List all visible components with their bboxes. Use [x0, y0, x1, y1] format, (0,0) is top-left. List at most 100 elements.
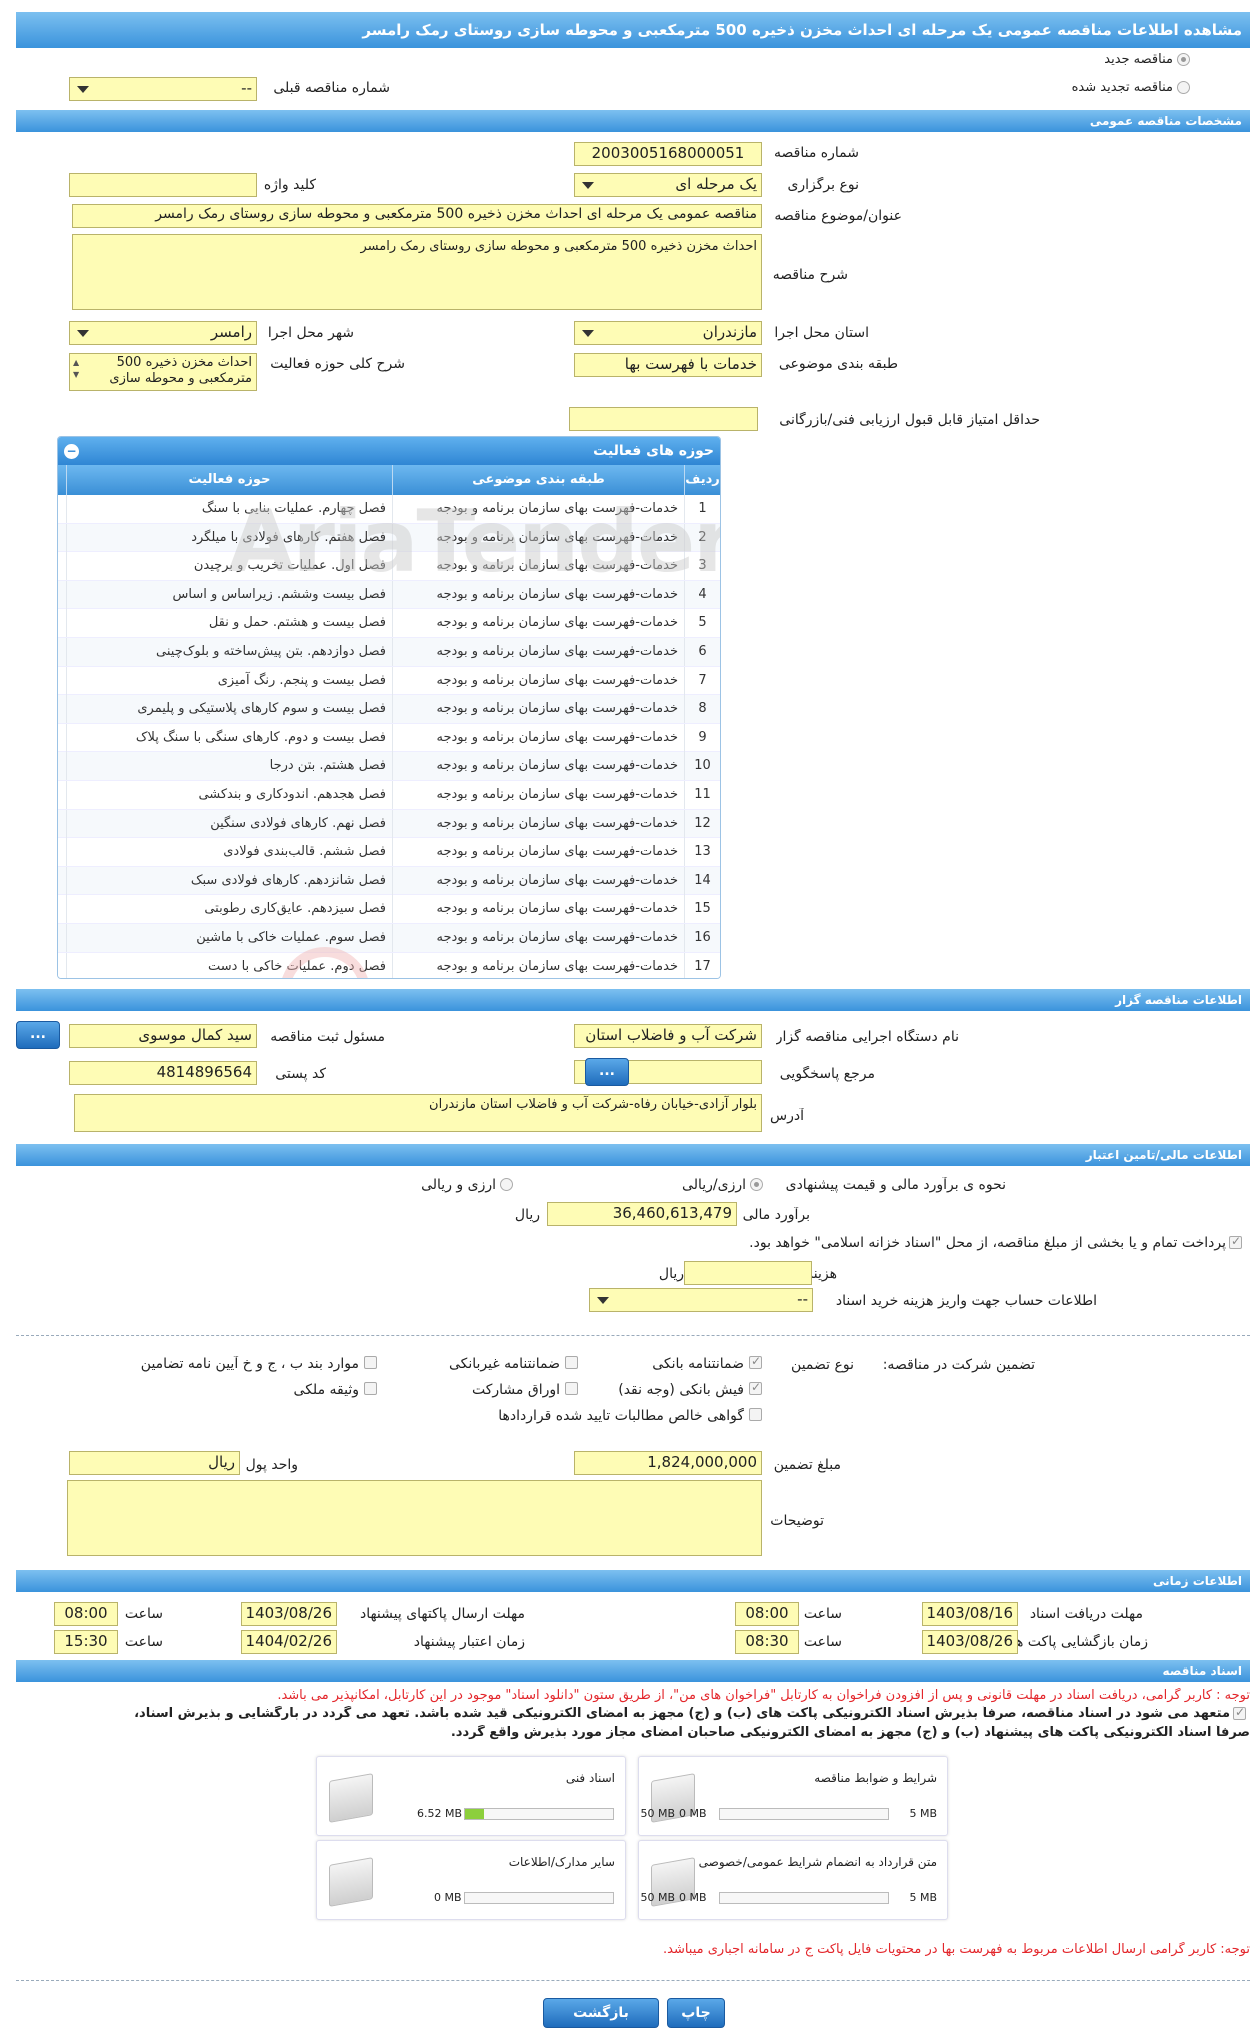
- table-row[interactable]: 17 خدمات-فهرست بهای سازمان برنامه و بودجه…: [58, 952, 720, 978]
- opt-currency-or-rial-radio[interactable]: [750, 1178, 763, 1191]
- category-cell: خدمات-فهرست بهای سازمان برنامه و بودجه: [392, 695, 684, 724]
- col-field-header: حوزه فعالیت: [66, 465, 392, 495]
- upload-progress: [719, 1808, 889, 1820]
- scroll-arrows-icon[interactable]: ▲ ▼: [73, 357, 79, 381]
- upload-progress: [464, 1892, 614, 1904]
- category-cell: خدمات-فهرست بهای سازمان برنامه و بودجه: [392, 924, 684, 952]
- doc-card-contract[interactable]: متن قرارداد به انضمام شرایط عمومی/خصوصی …: [638, 1840, 948, 1920]
- row-number-cell: 6: [684, 638, 720, 666]
- finance-section-header: اطلاعات مالی/تامین اعتبار: [16, 1144, 1250, 1166]
- org-name-label: نام دستگاه اجرایی مناقصه گزار: [775, 1029, 959, 1045]
- category-cell: خدمات-فهرست بهای سازمان برنامه و بودجه: [392, 609, 684, 638]
- items-bcd-label: موارد بند ب ، ج و خ آیین نامه تضامین: [140, 1356, 359, 1372]
- table-row[interactable]: 7 خدمات-فهرست بهای سازمان برنامه و بودجه ف…: [58, 666, 720, 696]
- new-tender-radio[interactable]: [1177, 53, 1190, 66]
- table-row[interactable]: 16 خدمات-فهرست بهای سازمان برنامه و بودجه…: [58, 924, 720, 953]
- send-label: مهلت ارسال پاکتهای پیشنهاد: [359, 1606, 525, 1622]
- estimate-label: برآورد مالی: [742, 1207, 810, 1223]
- bonds-checkbox[interactable]: [565, 1382, 578, 1395]
- account-select[interactable]: --: [589, 1288, 813, 1312]
- doc-card-other[interactable]: سایر مدارک/اطلاعات 0 MB 50 MB: [316, 1840, 675, 1920]
- row-number-cell: 10: [684, 752, 720, 781]
- table-row[interactable]: 11 خدمات-فهرست بهای سازمان برنامه و بودجه…: [58, 781, 720, 810]
- field-cell: فصل بیست و سوم کارهای پلاستیکی و پلیمری: [66, 695, 392, 724]
- table-row[interactable]: 13 خدمات-فهرست بهای سازمان برنامه و بودجه…: [58, 838, 720, 867]
- doc-fee-rial-unit: ریال: [658, 1266, 684, 1282]
- claims-checkbox[interactable]: [749, 1408, 762, 1421]
- items-bcd-checkbox[interactable]: [364, 1356, 377, 1369]
- row-number-cell: 16: [684, 924, 720, 952]
- doc-fee-field: [684, 1261, 812, 1285]
- renewed-tender-radio[interactable]: [1177, 81, 1190, 94]
- amount-label: مبلغ تضمین: [773, 1457, 841, 1473]
- doc-card-title: متن قرارداد به انضمام شرایط عمومی/خصوصی: [698, 1855, 937, 1869]
- treasury-checkbox[interactable]: [1229, 1234, 1242, 1249]
- valid-label: زمان اعتبار پیشنهاد: [413, 1634, 525, 1650]
- city-label: شهر محل اجرا: [267, 325, 354, 341]
- category-label: طبقه بندی موضوعی: [778, 356, 898, 372]
- docs-note-1: توجه : کاربر گرامی، دریافت اسناد در مهلت…: [277, 1688, 1250, 1703]
- account-label: اطلاعات حساب جهت واریز هزینه خرید اسناد: [835, 1293, 1097, 1309]
- recv-time-label: ساعت: [803, 1606, 842, 1622]
- general-section-header: مشخصات مناقصه عمومی: [16, 110, 1250, 132]
- prev-number-select[interactable]: --: [69, 77, 257, 101]
- row-number-cell: 11: [684, 781, 720, 809]
- field-cell: فصل بیست و هشتم. حمل و نقل: [66, 609, 392, 638]
- doc-card-terms[interactable]: شرایط و ضوابط مناقصه 0 MB 5 MB: [638, 1756, 948, 1836]
- valid-time-label: ساعت: [124, 1634, 163, 1650]
- commit-checkbox[interactable]: [1233, 1705, 1246, 1720]
- nonbank-guarantee-checkbox[interactable]: [565, 1356, 578, 1369]
- row-number-cell: 8: [684, 695, 720, 724]
- field-cell: فصل دوازدهم. بتن پیش‌ساخته و بلوک‌چینی: [66, 638, 392, 666]
- commit-text-2: صرفاً اسناد الکترونیکی پاکت های پیشنهاد …: [450, 1725, 1250, 1740]
- print-button[interactable]: چاپ: [667, 1998, 725, 2028]
- postal-label: کد پستی: [275, 1066, 326, 1082]
- field-cell: فصل هجدهم. اندودکاری و بندکشی: [66, 781, 392, 809]
- opt-currency-and-rial-radio[interactable]: [500, 1178, 513, 1191]
- table-row[interactable]: 8 خدمات-فهرست بهای سازمان برنامه و بودجه ف…: [58, 695, 720, 724]
- field-cell: فصل شانزدهم. کارهای فولادی سبک: [66, 866, 392, 895]
- table-row[interactable]: 15 خدمات-فهرست بهای سازمان برنامه و بودجه…: [58, 895, 720, 924]
- city-select[interactable]: رامسر: [69, 321, 257, 345]
- table-row[interactable]: 10 خدمات-فهرست بهای سازمان برنامه و بودجه…: [58, 752, 720, 781]
- org-section-header: اطلاعات مناقصه گزار: [16, 989, 1250, 1011]
- property-checkbox[interactable]: [364, 1382, 377, 1395]
- bank-guarantee-checkbox[interactable]: [749, 1354, 762, 1369]
- doc-card-limit: 5 MB: [909, 1891, 937, 1904]
- send-time-label: ساعت: [124, 1606, 163, 1622]
- province-label: استان محل اجرا: [774, 325, 869, 341]
- col-category-header: طبقه بندی موضوعی: [392, 465, 684, 495]
- watermark: AriaTender.neT: [228, 492, 721, 592]
- ref-select-button[interactable]: ...: [585, 1058, 629, 1086]
- doc-card-technical[interactable]: اسناد فنی 6.52 MB 50 MB: [316, 1756, 675, 1836]
- more-button[interactable]: ...: [16, 1021, 60, 1049]
- desc-label: شرح مناقصه: [772, 267, 848, 283]
- collapse-icon[interactable]: −: [64, 444, 79, 459]
- address-label: آدرس: [770, 1108, 804, 1124]
- subject-label: عنوان/موضوع مناقصه: [774, 208, 902, 224]
- table-row[interactable]: 5 خدمات-فهرست بهای سازمان برنامه و بودجه ف…: [58, 609, 720, 638]
- type-select[interactable]: یک مرحله ای: [574, 173, 762, 197]
- row-number-cell: 13: [684, 838, 720, 867]
- description-field: احداث مخزن ذخیره 500 مترمکعبی و محوطه سا…: [72, 234, 762, 310]
- table-row[interactable]: 6 خدمات-فهرست بهای سازمان برنامه و بودجه ف…: [58, 638, 720, 667]
- send-date-field: 1403/08/26: [241, 1602, 337, 1626]
- table-row[interactable]: 12 خدمات-فهرست بهای سازمان برنامه و بودجه…: [58, 809, 720, 839]
- table-row[interactable]: 9 خدمات-فهرست بهای سازمان برنامه و بودجه ف…: [58, 723, 720, 753]
- notes-label: توضیحات: [770, 1513, 824, 1529]
- estimate-rial-unit: ریال: [514, 1207, 540, 1223]
- upload-progress: [719, 1892, 889, 1904]
- new-tender-label: مناقصه جدید: [1104, 52, 1173, 67]
- category-cell: خدمات-فهرست بهای سازمان برنامه و بودجه: [392, 809, 684, 838]
- table-row[interactable]: 14 خدمات-فهرست بهای سازمان برنامه و بودجه…: [58, 866, 720, 896]
- responsible-field: سید کمال موسوی: [69, 1024, 257, 1048]
- cash-checkbox[interactable]: [749, 1380, 762, 1395]
- grid-header: ردیف طبقه بندی موضوعی حوزه فعالیت: [58, 465, 720, 495]
- back-button[interactable]: بازگشت: [543, 1998, 659, 2028]
- open-date-field: 1403/08/26: [922, 1630, 1018, 1654]
- row-number-cell: 15: [684, 895, 720, 924]
- recv-time-field: 08:00: [735, 1602, 799, 1626]
- province-select[interactable]: مازندران: [574, 321, 762, 345]
- recv-date-field: 1403/08/16: [922, 1602, 1018, 1626]
- folder-icon: [325, 1775, 375, 1821]
